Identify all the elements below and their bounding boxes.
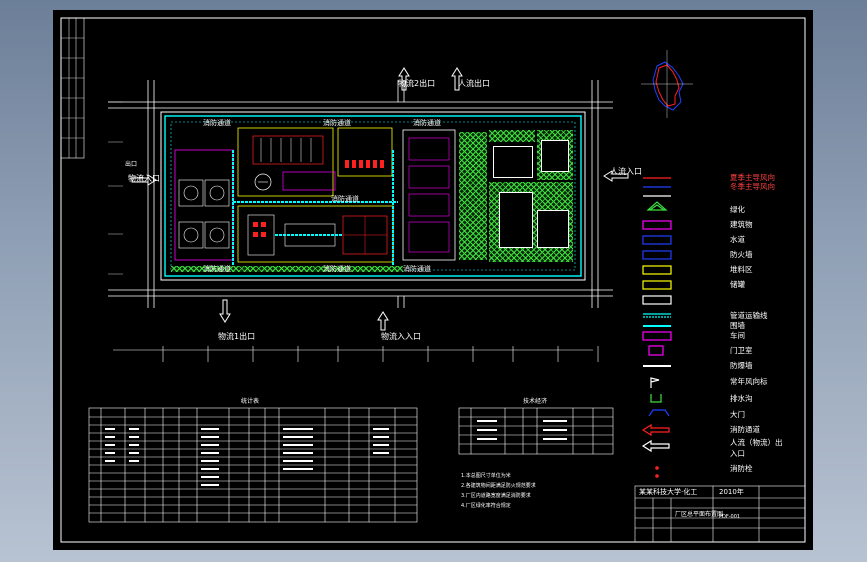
legend-label-hydrant: 消防栓	[730, 464, 753, 473]
legend-label-flow-in: 入口	[730, 449, 745, 458]
note-line-4: 4.厂区绿化率符合规定	[461, 503, 511, 509]
legend-label-guardroom: 门卫室	[730, 346, 753, 355]
gate-arrows	[88, 50, 806, 543]
legend-label-fire-lane: 消防通道	[730, 425, 760, 434]
cad-drawing-viewport[interactable]: 消防通道 消防通道 消防通道 消防通道 消防通道 消防通道 消防通道 物流2出口…	[53, 10, 813, 550]
legend-label-flow-out: 人流（物流）出	[730, 438, 783, 447]
note-line-2: 2.各建筑物间距满足防火规范要求	[461, 483, 536, 489]
legend-label-waterway: 水道	[730, 235, 745, 244]
title-block-year: 2010年	[719, 488, 744, 496]
title-block-org: 某某科技大学·化工	[639, 488, 698, 496]
note-line-1: 1.本总图尺寸单位为米	[461, 473, 511, 479]
note-line-3: 3.厂区内道路宽度满足消防要求	[461, 493, 531, 499]
table-2-title: 技术经济	[523, 398, 548, 405]
legend-label-drain: 排水沟	[730, 394, 753, 403]
legend-label-wind-vane: 常年风向标	[730, 377, 768, 386]
legend-label-pipeline: 管道运输线	[730, 311, 768, 320]
legend-label-yard: 堆料区	[730, 265, 753, 274]
legend-label-firewall: 防火墙	[730, 250, 753, 259]
table-1-title: 统计表	[241, 398, 260, 405]
legend-label-building: 建筑物	[730, 220, 753, 229]
legend-label-wall: 围墙	[730, 321, 745, 330]
title-block-drawing-title: 厂区总平面布置图	[675, 511, 724, 518]
legend-label-tank: 储罐	[730, 280, 745, 289]
legend-label-greenery: 绿化	[730, 205, 745, 214]
legend-label-workshop: 车间	[730, 331, 745, 340]
legend-label-winter-wind: 冬季主导风向	[730, 182, 775, 191]
legend-label-gate: 大门	[730, 410, 745, 419]
legend-label-summer-wind: 夏季主导风向	[730, 173, 775, 182]
title-block-drawing-no: PDF-001	[719, 514, 741, 520]
legend-label-blast-wall: 防爆墙	[730, 361, 753, 370]
